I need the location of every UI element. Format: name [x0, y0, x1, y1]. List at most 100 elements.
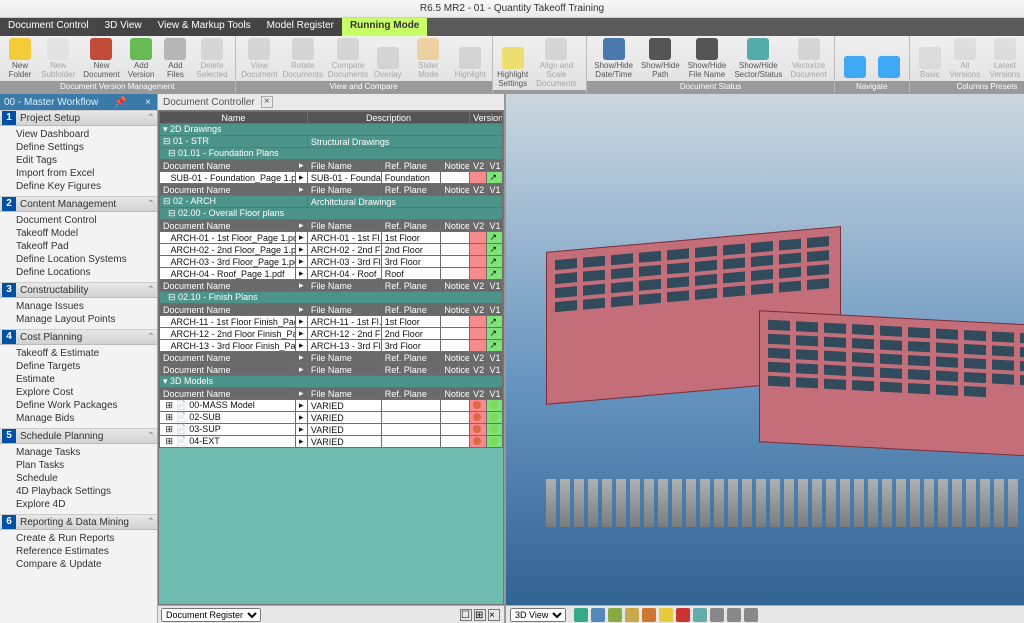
pan-icon[interactable]	[591, 608, 605, 622]
tool-icon[interactable]	[744, 608, 758, 622]
sidebar-item-takeoff-model[interactable]: Takeoff Model	[0, 227, 157, 240]
doc-name[interactable]: SUB-01 - Foundation_Page 1.pdf	[160, 172, 296, 184]
cell[interactable]: ▸	[295, 400, 307, 412]
ribbon-show-hide-path[interactable]: Show/Hide Path	[637, 36, 684, 81]
document-footer-select[interactable]: Document Register	[161, 608, 261, 622]
cell[interactable]: ▸	[295, 244, 307, 256]
sidebar-item-4d-playback-settings[interactable]: 4D Playback Settings	[0, 485, 157, 498]
magnet-icon[interactable]	[676, 608, 690, 622]
doc-name[interactable]: ARCH-12 - 2nd Floor Finish_Page …	[160, 328, 296, 340]
footer-icon[interactable]: ⊞	[474, 609, 486, 621]
document-tab[interactable]: Document Controller ×	[158, 94, 504, 110]
ribbon-highlight-settings[interactable]: Highlight Settings	[496, 36, 530, 90]
sidebar-item-explore-cost[interactable]: Explore Cost	[0, 386, 157, 399]
ribbon-add-files[interactable]: Add Files	[158, 36, 192, 81]
ribbon-show-hide-date-time[interactable]: Show/Hide Date/Time	[590, 36, 637, 81]
cell[interactable]: ▸	[295, 340, 307, 352]
sidebar-item-create-run-reports[interactable]: Create & Run Reports	[0, 532, 157, 545]
sidebar-section-schedule-planning[interactable]: 5Schedule Planning⌃	[0, 428, 157, 444]
menu-tab-view-markup-tools[interactable]: View & Markup Tools	[150, 18, 259, 36]
group[interactable]: ⊟ 02 - ARCH	[160, 196, 308, 208]
viewport-view-select[interactable]: 3D View	[510, 608, 566, 622]
sidebar-section-constructability[interactable]: 3Constructability⌃	[0, 282, 157, 298]
sidebar-section-project-setup[interactable]: 1Project Setup⌃	[0, 110, 157, 126]
menu-tab-3d-view[interactable]: 3D View	[97, 18, 150, 36]
ribbon-new-folder[interactable]: New Folder	[3, 36, 37, 81]
sidebar-item-define-locations[interactable]: Define Locations	[0, 266, 157, 279]
cell[interactable]: ▸	[295, 232, 307, 244]
doc-name[interactable]: ARCH-01 - 1st Floor_Page 1.pdf	[160, 232, 296, 244]
sidebar-section-reporting-data-mining[interactable]: 6Reporting & Data Mining⌃	[0, 514, 157, 530]
model-name[interactable]: ⊞ 📄 03-SUP	[160, 424, 296, 436]
ribbon-label: Add Version	[128, 61, 155, 79]
sidebar-item-document-control[interactable]: Document Control	[0, 214, 157, 227]
doc-name[interactable]: ARCH-13 - 3rd Floor Finish_Page …	[160, 340, 296, 352]
doc-name[interactable]: ARCH-02 - 2nd Floor_Page 1.pdf	[160, 244, 296, 256]
sidebar-item-define-work-packages[interactable]: Define Work Packages	[0, 399, 157, 412]
subgroup[interactable]: ⊟ 02.00 - Overall Floor plans	[160, 208, 503, 220]
cell[interactable]: ▸	[295, 256, 307, 268]
ribbon-add-version[interactable]: Add Version	[124, 36, 159, 81]
sidebar-item-manage-issues[interactable]: Manage Issues	[0, 300, 157, 313]
sidebar-section-cost-planning[interactable]: 4Cost Planning⌃	[0, 329, 157, 345]
doc-name[interactable]: ARCH-11 - 1st Floor Finish_Page 1…	[160, 316, 296, 328]
3d-viewport[interactable]: 3D View	[506, 94, 1024, 623]
orbit-icon[interactable]	[574, 608, 588, 622]
menu-tab-running-mode[interactable]: Running Mode	[342, 18, 427, 36]
document-grid[interactable]: NameDescriptionVersions▾ 2D Drawings⊟ 01…	[158, 110, 504, 605]
cell[interactable]: ▸	[295, 268, 307, 280]
sidebar-item-define-key-figures[interactable]: Define Key Figures	[0, 180, 157, 193]
footer-icon[interactable]: ☐	[460, 609, 472, 621]
walk-icon[interactable]	[642, 608, 656, 622]
ribbon-nav[interactable]	[838, 36, 872, 81]
sidebar-item-define-settings[interactable]: Define Settings	[0, 141, 157, 154]
ribbon-nav[interactable]	[872, 36, 906, 81]
sidebar-item-takeoff-pad[interactable]: Takeoff Pad	[0, 240, 157, 253]
ribbon-show-hide-file-name[interactable]: Show/Hide File Name	[684, 36, 731, 81]
sidebar-item-plan-tasks[interactable]: Plan Tasks	[0, 459, 157, 472]
model-name[interactable]: ⊞ 📄 02-SUB	[160, 412, 296, 424]
sidebar-section-content-management[interactable]: 2Content Management⌃	[0, 196, 157, 212]
cell[interactable]: ▸	[295, 172, 307, 184]
sidebar-item-import-from-excel[interactable]: Import from Excel	[0, 167, 157, 180]
sidebar-item-define-location-systems[interactable]: Define Location Systems	[0, 253, 157, 266]
cell[interactable]: ▸	[295, 412, 307, 424]
subgroup[interactable]: ⊟ 02.10 - Finish Plans	[160, 292, 503, 304]
model-name[interactable]: ⊞ 📄 00-MASS Model	[160, 400, 296, 412]
tool-icon[interactable]	[659, 608, 673, 622]
cell[interactable]: ▸	[295, 436, 307, 448]
tool-icon[interactable]	[727, 608, 741, 622]
sidebar-item-edit-tags[interactable]: Edit Tags	[0, 154, 157, 167]
sidebar-item-takeoff-estimate[interactable]: Takeoff & Estimate	[0, 347, 157, 360]
doc-name[interactable]: ARCH-03 - 3rd Floor_Page 1.pdf	[160, 256, 296, 268]
sidebar-item-estimate[interactable]: Estimate	[0, 373, 157, 386]
cell[interactable]: ▸	[295, 316, 307, 328]
model-name[interactable]: ⊞ 📄 04-EXT	[160, 436, 296, 448]
sidebar-item-view-dashboard[interactable]: View Dashboard	[0, 128, 157, 141]
sidebar-item-manage-layout-points[interactable]: Manage Layout Points	[0, 313, 157, 326]
tool-icon[interactable]	[710, 608, 724, 622]
footer-close-icon[interactable]: ×	[488, 609, 500, 621]
sidebar-item-manage-tasks[interactable]: Manage Tasks	[0, 446, 157, 459]
sidebar-item-reference-estimates[interactable]: Reference Estimates	[0, 545, 157, 558]
cell[interactable]: ▸	[295, 328, 307, 340]
sidebar-item-explore-4d[interactable]: Explore 4D	[0, 498, 157, 511]
sidebar-item-compare-update[interactable]: Compare & Update	[0, 558, 157, 571]
subgroup[interactable]: ⊟ 01.01 - Foundation Plans	[160, 148, 503, 160]
sidebar-item-define-targets[interactable]: Define Targets	[0, 360, 157, 373]
zoom-icon[interactable]	[608, 608, 622, 622]
doc-name[interactable]: ARCH-04 - Roof_Page 1.pdf	[160, 268, 296, 280]
pin-icon[interactable]: 📌	[114, 97, 126, 108]
tool-icon[interactable]	[693, 608, 707, 622]
sidebar-close-icon[interactable]: ×	[143, 97, 153, 108]
document-tab-close-icon[interactable]: ×	[261, 96, 273, 108]
zoom-extents-icon[interactable]	[625, 608, 639, 622]
menu-tab-model-register[interactable]: Model Register	[259, 18, 342, 36]
cell[interactable]: ▸	[295, 424, 307, 436]
ribbon-new-document[interactable]: New Document	[79, 36, 123, 81]
ribbon-show-hide-sector-status[interactable]: Show/Hide Sector/Status	[730, 36, 786, 81]
sidebar-item-manage-bids[interactable]: Manage Bids	[0, 412, 157, 425]
menu-tab-document-control[interactable]: Document Control	[0, 18, 97, 36]
group[interactable]: ⊟ 01 - STR	[160, 136, 308, 148]
sidebar-item-schedule[interactable]: Schedule	[0, 472, 157, 485]
